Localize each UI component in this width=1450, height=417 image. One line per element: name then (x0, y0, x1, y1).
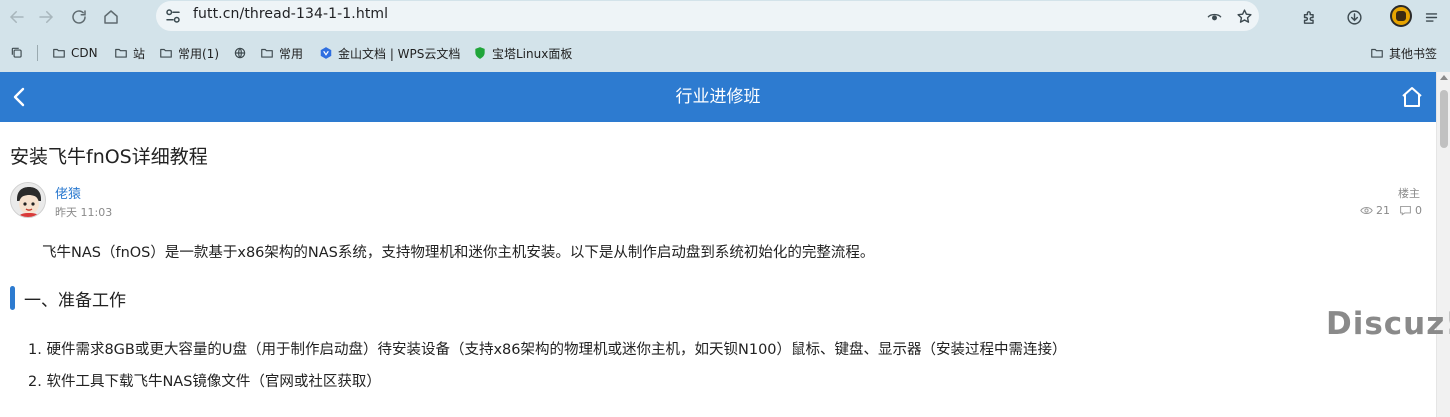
author-name[interactable]: 佬猿 (55, 183, 81, 202)
section-heading: 一、准备工作 (24, 291, 126, 311)
bookmark-changyong-1[interactable]: 常用(1) (159, 43, 219, 63)
discuz-watermark: Discuz! (1326, 306, 1450, 342)
folder-icon (260, 46, 274, 60)
scroll-up-arrow-icon[interactable] (1440, 75, 1448, 80)
post-time: 昨天 11:03 (55, 206, 113, 219)
bookmark-cdn[interactable]: CDN (52, 43, 98, 63)
extensions-button[interactable] (1297, 5, 1321, 29)
bookmark-label: 宝塔Linux面板 (492, 46, 573, 61)
menu-icon (1425, 12, 1437, 22)
folder-icon (52, 46, 66, 60)
forward-button[interactable] (34, 5, 58, 29)
app-header: 行业进修班 (0, 72, 1436, 122)
menu-button[interactable] (1419, 5, 1443, 29)
arrow-left-icon (9, 11, 24, 23)
floor-label: 楼主 (1398, 187, 1420, 200)
folder-icon (114, 46, 128, 60)
page-scrollbar[interactable] (1436, 72, 1450, 417)
downloads-button[interactable] (1342, 5, 1366, 29)
bookmark-divider (37, 45, 38, 61)
other-bookmarks[interactable]: 其他书签 (1370, 43, 1437, 63)
tab-list-button[interactable] (10, 43, 24, 63)
avatar-face-icon (11, 183, 45, 217)
chevron-left-icon (13, 87, 25, 107)
replies-count: 0 (1415, 204, 1422, 217)
bookmark-label: 常用 (279, 46, 304, 61)
folder-icon (159, 46, 173, 60)
download-icon (1346, 9, 1362, 25)
header-title: 行业进修班 (675, 87, 761, 107)
profile-avatar[interactable] (1390, 5, 1412, 27)
list-item: 1. 硬件需求8GB或更大容量的U盘（用于制作启动盘）待安装设备（支持x86架构… (28, 342, 1067, 358)
bookmark-changyong[interactable]: 常用 (260, 43, 303, 63)
arrow-right-icon (39, 11, 54, 23)
section-accent-bar (10, 286, 15, 310)
comment-icon (1400, 205, 1411, 216)
home-icon (104, 10, 118, 24)
views-count: 21 (1376, 204, 1390, 217)
eye-icon[interactable] (1204, 6, 1224, 26)
home-link[interactable] (1400, 85, 1424, 109)
reload-button[interactable] (67, 5, 91, 29)
back-button[interactable] (5, 5, 29, 29)
post-intro: 飞牛NAS（fnOS）是一款基于x86架构的NAS系统，支持物理机和迷你主机安装… (42, 245, 875, 261)
reload-icon (72, 10, 86, 24)
other-bookmarks-label: 其他书签 (1389, 46, 1438, 61)
browser-toolbar: futt.cn/thread-134-1-1.html (0, 0, 1450, 34)
bookmark-baota[interactable]: 宝塔Linux面板 (473, 43, 572, 63)
eye-icon (1360, 206, 1373, 215)
bookmark-label: 常用(1) (178, 46, 219, 61)
post-title: 安装飞牛fnOS详细教程 (10, 146, 208, 168)
kdocs-icon (319, 46, 333, 60)
back-link[interactable] (8, 85, 32, 109)
author-avatar[interactable] (10, 182, 46, 218)
bookmarks-bar: CDN 站 常用(1) 常用 金山文档 | WPS云文档 宝塔Linux面板 其… (0, 34, 1450, 72)
bookmark-label: 金山文档 | WPS云文档 (338, 46, 461, 61)
star-icon[interactable] (1234, 6, 1254, 26)
bookmark-globe[interactable] (233, 43, 247, 63)
globe-icon (233, 46, 247, 60)
bookmark-label: CDN (71, 46, 98, 60)
scroll-thumb[interactable] (1440, 90, 1448, 148)
home-button[interactable] (99, 5, 123, 29)
tab-list-icon (10, 46, 24, 60)
folder-icon (1370, 46, 1384, 60)
bookmark-label: 站 (133, 46, 146, 61)
url-text[interactable]: futt.cn/thread-134-1-1.html (193, 6, 388, 22)
shield-icon (473, 46, 487, 60)
site-info-icon[interactable] (164, 7, 182, 25)
prep-list: 1. 硬件需求8GB或更大容量的U盘（用于制作启动盘）待安装设备（支持x86架构… (28, 340, 1067, 404)
page-viewport: 行业进修班 安装飞牛fnOS详细教程 佬猿 昨天 11:03 楼主 21 0 飞… (0, 72, 1436, 417)
puzzle-icon (1303, 10, 1314, 24)
post-stats: 21 0 (1360, 204, 1422, 217)
home-icon (1402, 87, 1422, 107)
bookmark-zhan[interactable]: 站 (114, 43, 145, 63)
address-bar[interactable]: futt.cn/thread-134-1-1.html (156, 1, 1259, 31)
bookmark-kdocs[interactable]: 金山文档 | WPS云文档 (319, 43, 460, 63)
list-item: 2. 软件工具下载飞牛NAS镜像文件（官网或社区获取） (28, 374, 381, 390)
